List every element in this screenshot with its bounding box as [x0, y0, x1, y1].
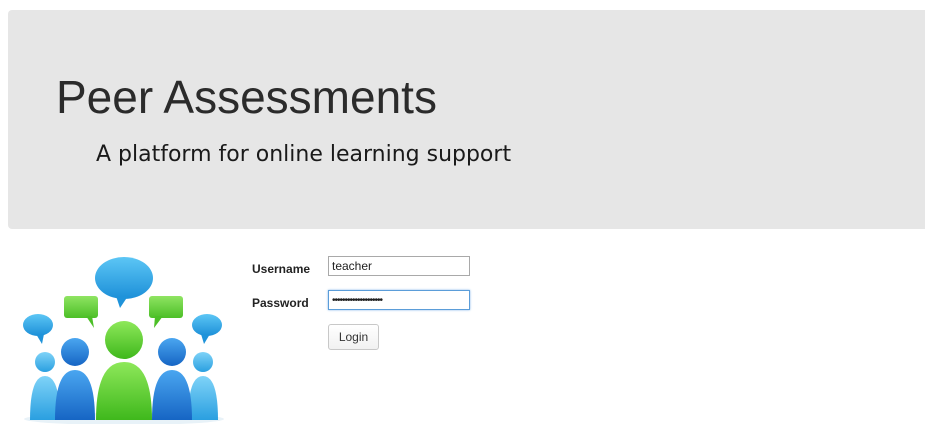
page-title: Peer Assessments [56, 71, 437, 123]
username-input[interactable] [328, 256, 470, 276]
login-button[interactable]: Login [328, 324, 379, 350]
username-label: Username [252, 262, 311, 276]
people-chat-bubbles-logo [20, 252, 228, 425]
password-input[interactable] [328, 290, 470, 310]
header-banner: Peer Assessments A platform for online l… [8, 10, 925, 229]
page-subtitle: A platform for online learning support [96, 142, 512, 167]
password-label: Password [252, 296, 309, 310]
